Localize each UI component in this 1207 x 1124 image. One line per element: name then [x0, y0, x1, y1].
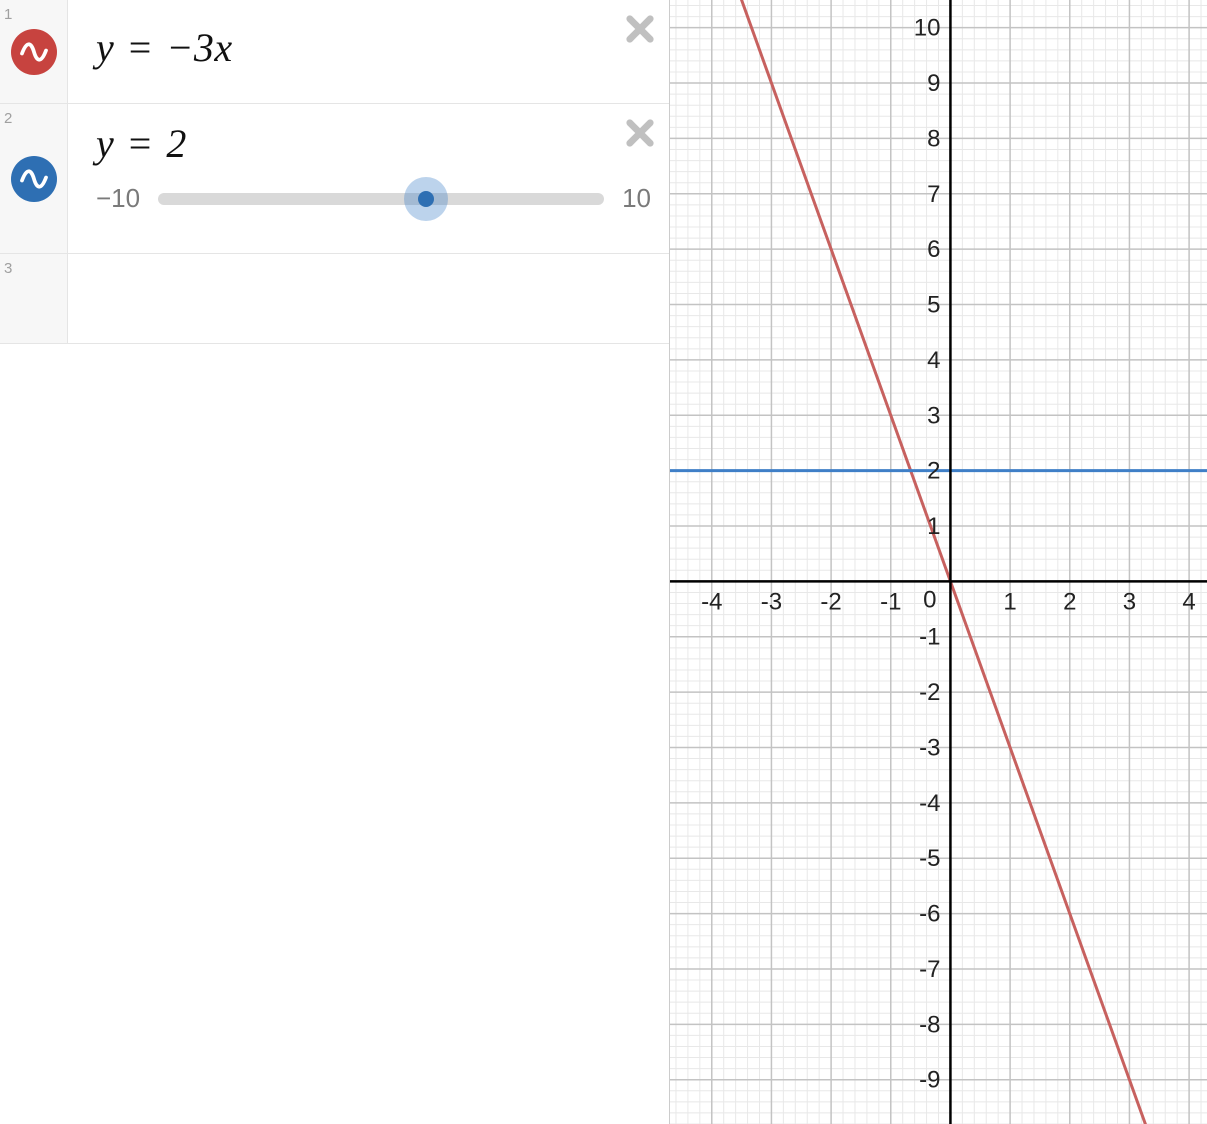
eq-equals: =: [125, 25, 156, 70]
eq-lhs: y: [96, 121, 114, 166]
x-tick-label: 4: [1182, 588, 1195, 615]
eq-rhs: 2: [166, 121, 187, 166]
graph-panel[interactable]: -9 -8 -7 -6 -5 -4 -3 -2 -1 1 2 3 4 5 6 7 8 9 10 -4 -3 -2 -1 0 1 2…: [670, 0, 1207, 1124]
row-index: 3: [4, 260, 12, 277]
x-tick-label: -2: [820, 588, 841, 615]
graph-canvas[interactable]: -9 -8 -7 -6 -5 -4 -3 -2 -1 1 2 3 4 5 6 7 8 9 10 -4 -3 -2 -1 0 1 2…: [670, 0, 1207, 1124]
y-tick-label: -3: [919, 734, 940, 761]
x-tick-label: -1: [880, 588, 901, 615]
y-tick-label: -9: [919, 1067, 940, 1094]
x-tick-label: 3: [1123, 588, 1136, 615]
wave-icon: [19, 37, 49, 67]
close-icon: [623, 116, 657, 150]
y-tick-label: 7: [927, 181, 940, 208]
slider-track[interactable]: [158, 193, 604, 205]
expression-body[interactable]: [68, 254, 669, 343]
expression-gutter: 1: [0, 0, 68, 103]
expression-color-icon[interactable]: [11, 29, 57, 75]
expression-gutter: 2: [0, 104, 68, 253]
slider-thumb-dot: [418, 191, 434, 207]
x-tick-label: -4: [701, 588, 722, 615]
x-tick-label: -3: [761, 588, 782, 615]
close-icon: [623, 12, 657, 46]
row-index: 2: [4, 110, 12, 127]
expression-body[interactable]: y = −3x: [68, 0, 669, 103]
y-tick-label: 8: [927, 125, 940, 152]
y-tick-label: 9: [927, 70, 940, 97]
y-tick-label: 4: [927, 347, 940, 374]
origin-label: 0: [923, 586, 936, 613]
y-tick-label: -5: [919, 845, 940, 872]
y-tick-label: 6: [927, 236, 940, 263]
slider[interactable]: −10 10: [96, 183, 651, 214]
slider-thumb[interactable]: [404, 177, 448, 221]
y-tick-label: 5: [927, 292, 940, 319]
y-tick-label: 1: [927, 513, 940, 540]
expression-color-icon[interactable]: [11, 156, 57, 202]
expression-list: 1 y = −3x 2: [0, 0, 670, 1124]
row-index: 1: [4, 6, 12, 23]
y-tick-label: 2: [927, 458, 940, 485]
y-tick-label: -1: [919, 624, 940, 651]
expression-row-3[interactable]: 3: [0, 254, 669, 344]
eq-equals: =: [125, 121, 156, 166]
y-tick-label: 10: [914, 15, 941, 42]
eq-lhs: y: [96, 25, 114, 70]
y-tick-label: -7: [919, 956, 940, 983]
y-tick-label: -8: [919, 1011, 940, 1038]
expression-formula[interactable]: y = −3x: [96, 10, 651, 71]
y-tick-label: -2: [919, 679, 940, 706]
eq-rhs: −3x: [166, 25, 232, 70]
expression-body[interactable]: y = 2 −10 10: [68, 104, 669, 253]
y-tick-label: -6: [919, 901, 940, 928]
delete-expression-button[interactable]: [623, 12, 657, 46]
x-tick-label: 2: [1063, 588, 1076, 615]
wave-icon: [19, 164, 49, 194]
expression-row-1[interactable]: 1 y = −3x: [0, 0, 669, 104]
slider-max-label: 10: [622, 183, 651, 214]
expression-row-2[interactable]: 2 y = 2 −10: [0, 104, 669, 254]
y-tick-label: 3: [927, 402, 940, 429]
slider-min-label: −10: [96, 183, 140, 214]
y-tick-label: -4: [919, 790, 940, 817]
delete-expression-button[interactable]: [623, 116, 657, 150]
expression-formula[interactable]: y = 2: [96, 114, 651, 167]
expression-gutter: 3: [0, 254, 68, 343]
x-tick-label: 1: [1003, 588, 1016, 615]
